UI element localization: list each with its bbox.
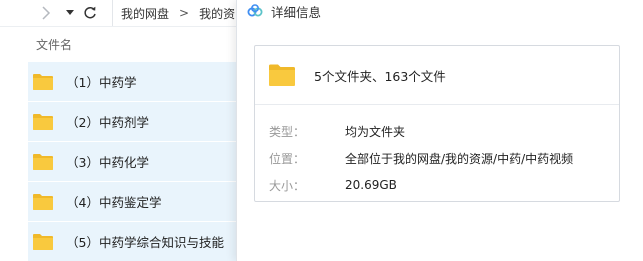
caret-down-icon [66,10,74,15]
info-row-type: 类型： 均为文件夹 [255,123,405,139]
selection-summary-text: 5个文件夹、163个文件 [314,68,446,84]
breadcrumb-item-my-drive[interactable]: 我的网盘 [113,5,171,22]
details-panel-header: 详细信息 [237,0,643,22]
app-window: 我的网盘 > 我的资 文件名 （1）中药学 （2）中药剂学 （3）中药化学 （4… [0,0,643,261]
file-row[interactable]: （1）中药学 [28,62,240,101]
cloud-logo-icon [247,4,263,17]
file-row[interactable]: （4）中药鉴定学 [28,182,240,221]
file-name: （4）中药鉴定学 [66,195,162,210]
folder-icon [33,73,53,90]
forward-button[interactable] [38,4,54,22]
file-row[interactable]: （3）中药化学 [28,142,240,181]
selection-summary: 5个文件夹、163个文件 [255,46,619,105]
folder-icon [33,113,53,130]
file-name: （1）中药学 [66,75,137,90]
history-dropdown-button[interactable] [64,4,76,22]
file-list-header: 文件名 [0,27,240,61]
breadcrumb: 我的网盘 > 我的资 [112,0,241,26]
refresh-icon [84,6,96,19]
folder-icon [33,233,53,250]
file-name: （5）中药学综合知识与技能 [66,235,224,250]
refresh-button[interactable] [82,4,98,22]
chevron-right-icon [42,6,51,20]
info-value: 全部位于我的网盘/我的资源/中药/中药视频 [345,151,574,166]
info-row-size: 大小： 20.69GB [255,177,397,193]
info-row-location: 位置： 全部位于我的网盘/我的资源/中药/中药视频 [255,150,573,166]
info-label: 位置： [269,151,306,166]
folder-icon [269,64,295,86]
file-row[interactable]: （2）中药剂学 [28,102,240,141]
file-name: （2）中药剂学 [66,115,149,130]
file-name: （3）中药化学 [66,155,149,170]
details-panel-title: 详细信息 [271,4,322,20]
file-list: （1）中药学 （2）中药剂学 （3）中药化学 （4）中药鉴定学 （5）中药学综合… [28,62,240,261]
info-value: 均为文件夹 [345,124,406,139]
file-row[interactable]: （5）中药学综合知识与技能 [28,222,240,261]
info-value: 20.69GB [345,178,397,192]
info-label: 大小： [269,178,306,193]
folder-icon [33,193,53,210]
breadcrumb-separator: > [179,6,190,20]
breadcrumb-item-my-resources[interactable]: 我的资 [191,5,237,22]
info-label: 类型： [269,124,306,139]
details-card: 5个文件夹、163个文件 类型： 均为文件夹 位置： 全部位于我的网盘/我的资源… [254,45,620,202]
navigation-toolbar: 我的网盘 > 我的资 [0,0,240,27]
details-panel: 详细信息 5个文件夹、163个文件 类型： 均为文件夹 位置： 全部位于我的网盘… [236,0,643,261]
column-header-filename[interactable]: 文件名 [36,36,72,53]
folder-icon [33,153,53,170]
file-browser: 我的网盘 > 我的资 文件名 （1）中药学 （2）中药剂学 （3）中药化学 （4… [0,0,240,261]
